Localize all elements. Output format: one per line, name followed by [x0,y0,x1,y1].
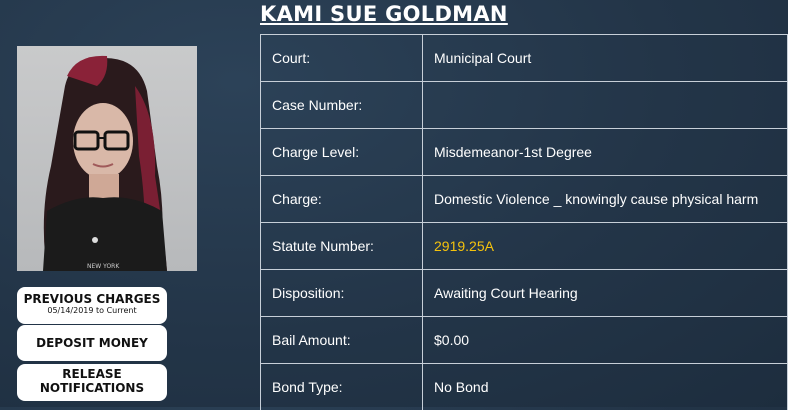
inmate-name: KAMI SUE GOLDMAN [260,2,508,26]
release-notifications-label-2: NOTIFICATIONS [17,381,167,395]
deposit-money-button[interactable]: DEPOSIT MONEY [17,325,167,361]
disposition-label: Disposition: [261,270,423,317]
statute-number-label: Statute Number: [261,223,423,270]
court-label: Court: [261,35,423,82]
charge-value: Domestic Violence _ knowingly cause phys… [423,176,788,223]
table-row: Disposition: Awaiting Court Hearing [261,270,788,317]
shirt-text: NEW YORK [87,263,120,270]
case-number-value [423,82,788,129]
previous-charges-label: PREVIOUS CHARGES [17,292,167,306]
table-row: Charge: Domestic Violence _ knowingly ca… [261,176,788,223]
charge-label: Charge: [261,176,423,223]
table-row: Case Number: [261,82,788,129]
disposition-value: Awaiting Court Hearing [423,270,788,317]
table-row: Bail Amount: $0.00 [261,317,788,364]
release-notifications-button[interactable]: RELEASE NOTIFICATIONS [17,364,167,401]
release-notifications-label-1: RELEASE [17,367,167,381]
previous-charges-button[interactable]: PREVIOUS CHARGES 05/14/2019 to Current [17,287,167,324]
table-row: Court: Municipal Court [261,35,788,82]
bail-amount-value: $0.00 [423,317,788,364]
bond-type-label: Bond Type: [261,364,423,410]
charge-level-label: Charge Level: [261,129,423,176]
table-row: Bond Type: No Bond [261,364,788,410]
table-row: Statute Number: 2919.25A [261,223,788,270]
deposit-money-label: DEPOSIT MONEY [17,325,167,361]
case-number-label: Case Number: [261,82,423,129]
table-row: Charge Level: Misdemeanor-1st Degree [261,129,788,176]
charge-level-value: Misdemeanor-1st Degree [423,129,788,176]
charge-details-table: Court: Municipal Court Case Number: Char… [260,34,788,410]
statute-number-link[interactable]: 2919.25A [423,223,788,270]
bail-amount-label: Bail Amount: [261,317,423,364]
court-value: Municipal Court [423,35,788,82]
bond-type-value: No Bond [423,364,788,410]
mugshot-photo: NEW YORK [17,46,197,271]
previous-charges-range: 05/14/2019 to Current [17,306,167,316]
